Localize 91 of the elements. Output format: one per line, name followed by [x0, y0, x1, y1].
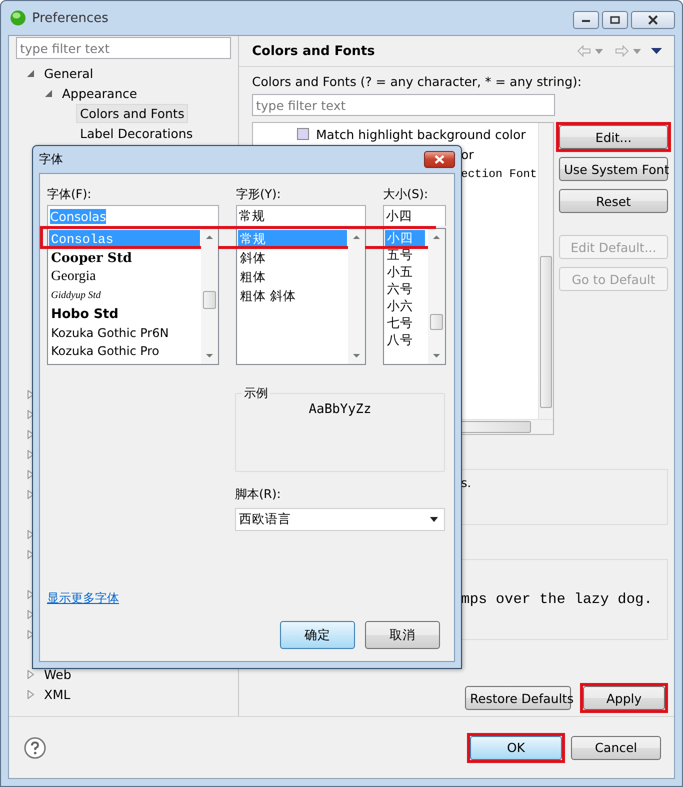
tree-item[interactable]: General	[40, 64, 98, 82]
list-item[interactable]: Kozuka Gothic Pr6N	[49, 323, 200, 342]
collapse-arrow-icon[interactable]	[44, 88, 53, 98]
list-item[interactable]: 粗体 斜体	[238, 287, 347, 306]
collapse-arrow-icon[interactable]	[26, 68, 35, 78]
side-button[interactable]: Reset	[559, 189, 668, 213]
description-text: s.	[461, 475, 472, 492]
tree-item[interactable]: Web	[40, 664, 76, 684]
scroll-thumb[interactable]	[540, 256, 552, 408]
maximize-button[interactable]	[602, 11, 628, 29]
dialog-button[interactable]: 取消	[365, 621, 440, 649]
list-item[interactable]: 粗体	[238, 268, 347, 287]
list-item[interactable]: 七号	[385, 315, 425, 332]
field-label: 字形(Y):	[236, 186, 282, 203]
expand-arrow-icon[interactable]	[26, 630, 35, 638]
script-dropdown[interactable]: 西欧语言	[235, 508, 445, 531]
expand-arrow-icon[interactable]	[26, 430, 35, 438]
tree-item[interactable]: XML	[40, 684, 74, 704]
expand-arrow-icon[interactable]	[26, 610, 35, 618]
list-item[interactable]: 小六	[385, 298, 425, 315]
filter-label: Colors and Fonts (? = any character, * = any string):	[252, 74, 583, 89]
preview-text: mps over the lazy dog.	[461, 592, 652, 608]
close-icon	[434, 155, 445, 164]
close-icon	[647, 15, 659, 25]
filter-field[interactable]: type filter text	[252, 94, 555, 116]
field-label: 字体(F):	[47, 186, 92, 203]
expand-arrow-icon[interactable]	[26, 450, 35, 458]
field-value: 常规	[239, 208, 265, 224]
option-list[interactable]: Consolas Cooper Std Georgia Giddyup Std Hobo Std Kozuka Gothic Pr6N Kozuka Gothic Pro	[47, 228, 219, 365]
action-button[interactable]: Apply	[583, 686, 665, 710]
group-label: 示例	[243, 385, 269, 402]
list-item[interactable]: 八号	[385, 332, 425, 349]
list-item[interactable]: Cooper Std	[49, 248, 200, 268]
field-label: 大小(S):	[383, 186, 430, 203]
list-item[interactable]: or	[461, 146, 474, 162]
field-value: Consolas	[50, 208, 106, 224]
tree-item[interactable]: Colors and Fonts	[76, 104, 188, 122]
help-icon[interactable]	[24, 736, 46, 758]
field-value: 小四	[386, 208, 412, 224]
list-item[interactable]: Match highlight background color	[316, 126, 526, 142]
dropdown-arrow-icon[interactable]	[633, 48, 641, 54]
expand-arrow-icon[interactable]	[26, 490, 35, 498]
close-button[interactable]	[631, 11, 675, 29]
list-item[interactable]: Kozuka Gothic Pro	[49, 342, 200, 361]
list-item[interactable]: 五号	[385, 247, 425, 264]
close-button[interactable]	[424, 151, 455, 168]
globe-icon	[10, 10, 26, 26]
minimize-icon	[581, 17, 591, 23]
action-button[interactable]: Restore Defaults	[465, 686, 571, 710]
scrollbar[interactable]	[201, 229, 218, 364]
expand-arrow-icon[interactable]	[26, 550, 35, 558]
scrollbar[interactable]	[428, 229, 445, 364]
expand-arrow-icon[interactable]	[26, 530, 35, 538]
expand-arrow-icon[interactable]	[26, 590, 35, 598]
expand-arrow-icon[interactable]	[26, 410, 35, 418]
dialog-button[interactable]: 确定	[280, 621, 355, 649]
option-list[interactable]: 小四 五号 小五 六号 小六 七号 八号	[383, 228, 446, 365]
list-item[interactable]: Georgia	[49, 267, 200, 286]
view-menu-icon[interactable]	[651, 48, 662, 54]
maximize-icon	[610, 16, 620, 24]
text-field[interactable]: 小四	[383, 205, 446, 226]
side-button[interactable]: Use System Font	[559, 157, 668, 181]
scroll-thumb[interactable]	[430, 314, 443, 330]
list-item[interactable]: 六号	[385, 281, 425, 298]
field-label: 脚本(R):	[235, 486, 282, 503]
expand-arrow-icon[interactable]	[26, 470, 35, 478]
more-fonts-link[interactable]: 显示更多字体	[47, 590, 119, 607]
dropdown-arrow-icon[interactable]	[595, 48, 603, 54]
text-field[interactable]: 常规	[236, 205, 366, 226]
list-item[interactable]: 小五	[385, 264, 425, 281]
dialog-button[interactable]: OK	[470, 736, 562, 760]
list-item[interactable]: ection Font	[461, 168, 537, 180]
list-item[interactable]: Hobo Std	[49, 304, 200, 324]
side-button[interactable]: Edit...	[559, 125, 668, 149]
tree-item[interactable]: Label Decorations	[76, 124, 197, 142]
list-item[interactable]: 斜体	[238, 249, 347, 268]
filter-field[interactable]: type filter text	[16, 37, 231, 59]
expand-arrow-icon[interactable]	[26, 390, 35, 398]
scroll-thumb[interactable]	[203, 291, 216, 309]
page-title: Colors and Fonts	[252, 44, 375, 58]
dropdown-arrow-icon	[430, 517, 438, 522]
minimize-button[interactable]	[573, 11, 599, 29]
window-title: Preferences	[32, 10, 108, 26]
tree-item[interactable]: Appearance	[58, 84, 142, 102]
dialog-button[interactable]: Cancel	[571, 736, 661, 760]
scrollbar[interactable]	[348, 229, 365, 364]
sample-text: AaBbYyZz	[308, 402, 372, 417]
dialog-title: 字体	[39, 151, 63, 168]
scrollbar[interactable]	[538, 123, 553, 420]
option-list[interactable]: 常规 斜体 粗体 粗体 斜体	[236, 228, 366, 365]
list-item[interactable]: Giddyup Std	[49, 286, 200, 305]
